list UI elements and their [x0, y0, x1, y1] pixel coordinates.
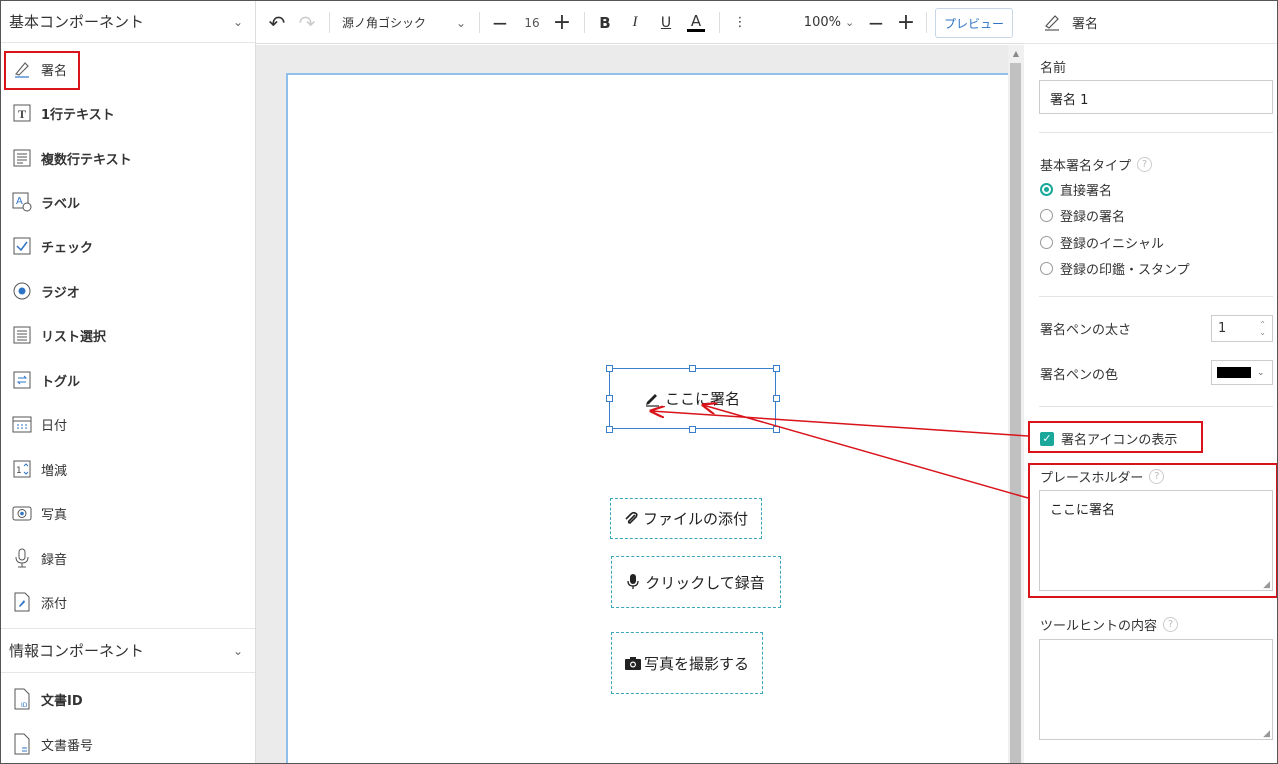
arrow-to-placeholder: [703, 405, 1029, 499]
annotation-arrows: [1, 1, 1029, 499]
app-window: 基本コンポーネント ⌄ 署名 T 1行テキスト 複数行テキスト A ラベル チェ…: [0, 0, 1278, 764]
arrow-to-icon: [651, 411, 1029, 437]
